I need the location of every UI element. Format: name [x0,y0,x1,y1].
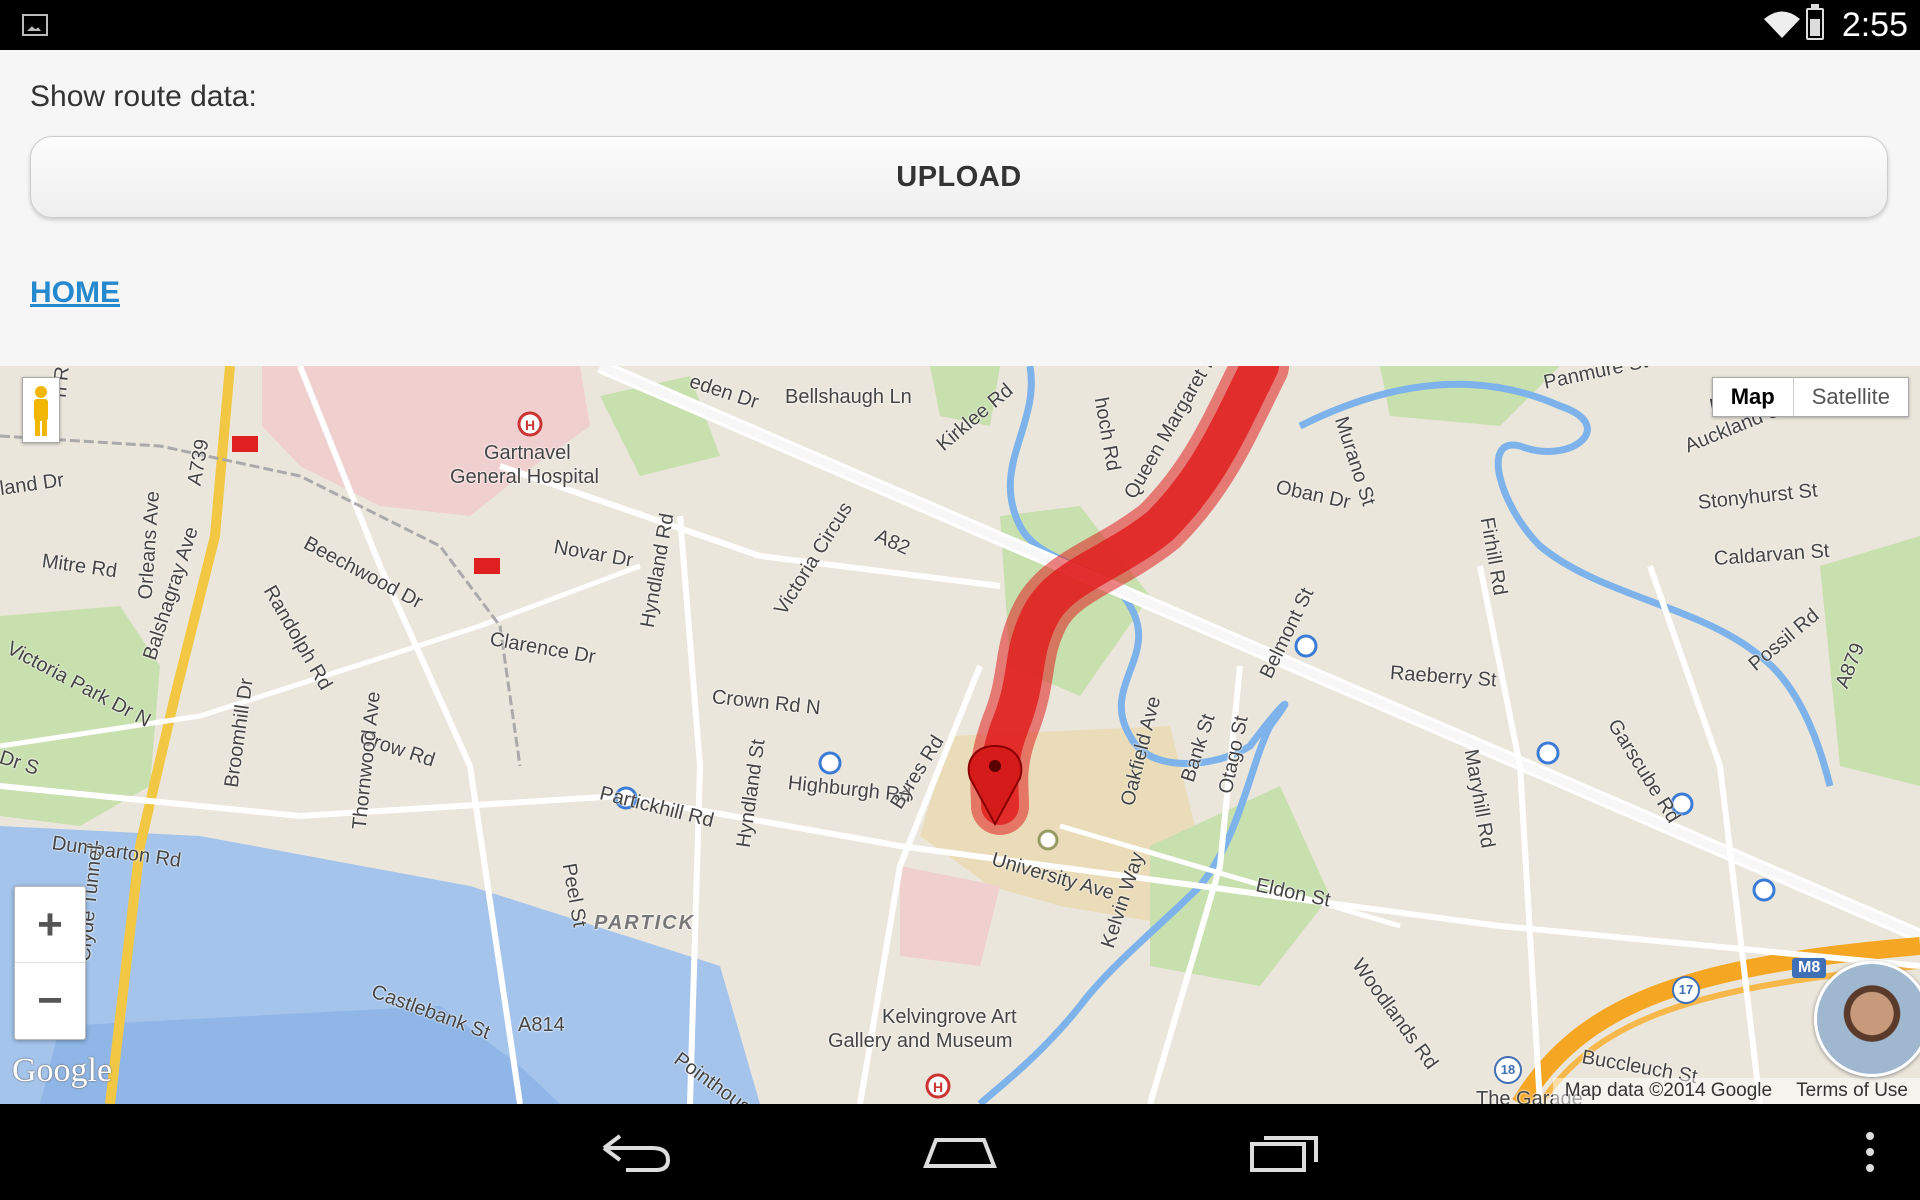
status-bar: 2:55 [0,0,1920,50]
svg-text:H: H [933,1079,943,1095]
map-type-satellite-button[interactable]: Satellite [1794,378,1908,416]
terms-of-use-link[interactable]: Terms of Use [1784,1078,1920,1104]
map-attribution: Map data ©2014 Google Terms of Use [1552,1078,1920,1104]
map-type-map-button[interactable]: Map [1713,378,1794,416]
home-icon[interactable] [920,1126,1000,1178]
battery-icon [1806,4,1824,40]
zoom-control: + − [14,886,86,1040]
route-data-label: Show route data: [30,80,257,113]
home-link[interactable]: HOME [30,276,120,310]
upload-button[interactable]: UPLOAD [30,136,1888,218]
map-data-attribution: Map data ©2014 Google [1564,1080,1773,1101]
google-logo: Google [12,1052,113,1089]
wifi-icon [1764,11,1800,38]
back-icon[interactable] [596,1126,676,1178]
zoom-out-button[interactable]: − [15,962,85,1038]
map[interactable]: H H Gartnavel General Hospital Bellshaug… [0,366,1920,1104]
map-type-toggle: Map Satellite [1711,377,1909,417]
navigation-bar [0,1104,1920,1200]
street-view-pegman[interactable] [22,377,60,443]
avatar[interactable] [1814,961,1920,1077]
svg-text:H: H [525,417,535,433]
page-content: Show route data: UPLOAD HOME [0,50,1920,366]
menu-icon[interactable] [1840,1126,1900,1178]
zoom-in-button[interactable]: + [15,887,85,962]
recents-icon[interactable] [1246,1126,1326,1178]
clock: 2:55 [1841,6,1908,44]
pegman-icon [34,386,48,436]
gallery-icon [22,14,48,36]
map-canvas[interactable]: H H [0,366,1920,1104]
